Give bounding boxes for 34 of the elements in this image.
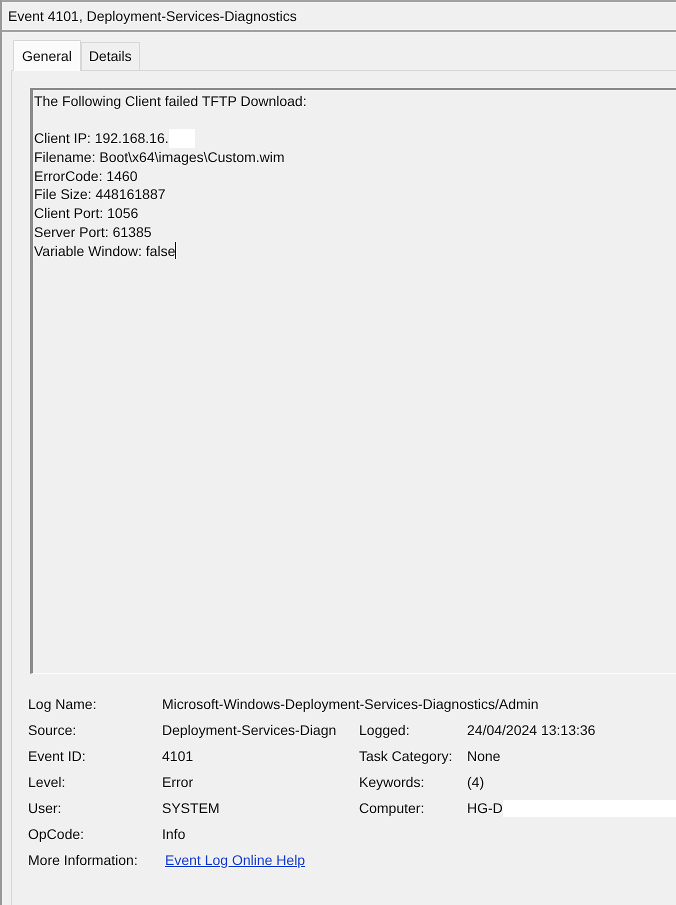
field-label: More Information: (28, 850, 138, 870)
field-value: SYSTEM (162, 798, 220, 818)
message-line: Filename: Boot\x64\images\Custom.wim (34, 148, 285, 167)
field-value: (4) (467, 772, 484, 792)
field-value: None (467, 746, 500, 766)
message-line: Client Port: 1056 (34, 204, 138, 223)
field-label: Level: (28, 772, 66, 792)
field-value: 24/04/2024 13:13:36 (467, 720, 596, 740)
field-label: Log Name: (28, 694, 96, 714)
field-label: User: (28, 798, 62, 818)
message-heading: The Following Client failed TFTP Download: (34, 92, 307, 111)
field-value: 4101 (162, 746, 194, 766)
message-line: Client IP: 192.168.16. (34, 129, 169, 148)
message-line: Variable Window: false (34, 242, 176, 260)
message-line: ErrorCode: 1460 (34, 166, 138, 186)
field-value: Info (162, 824, 186, 844)
field-label: Task Category: (359, 746, 452, 766)
field-value: Microsoft-Windows-Deployment-Services-Diagnostics/Admin (162, 694, 539, 714)
field-label: Logged: (359, 720, 410, 740)
field-label: Source: (28, 720, 76, 740)
field-label: OpCode: (28, 824, 84, 844)
field-value: Error (162, 772, 194, 792)
field-label: Event ID: (28, 746, 86, 766)
message-line: File Size: 448161887 (34, 185, 166, 204)
field-label: Computer: (359, 798, 424, 818)
field-label: Keywords: (359, 772, 424, 792)
tab[interactable]: Details (80, 42, 140, 70)
field-value: HG-D (467, 798, 503, 818)
tab[interactable]: General (13, 40, 81, 71)
event-description-field[interactable]: The Following Client failed TFTP Download: Client IP: 192.168.16. Filename: Boot\x64\images\Custom.wim ErrorCode: 1460 File Size: 448161887 Client Port: 1056 Server Port: 61385 Variable Window: false (30, 88, 676, 674)
field-value: Deployment-Services-Diagn (162, 720, 336, 740)
message-line: Server Port: 61385 (34, 222, 152, 242)
help-link[interactable]: Event Log Online Help (165, 850, 306, 870)
window-title: Event 4101, Deployment-Services-Diagnostics (8, 6, 297, 26)
